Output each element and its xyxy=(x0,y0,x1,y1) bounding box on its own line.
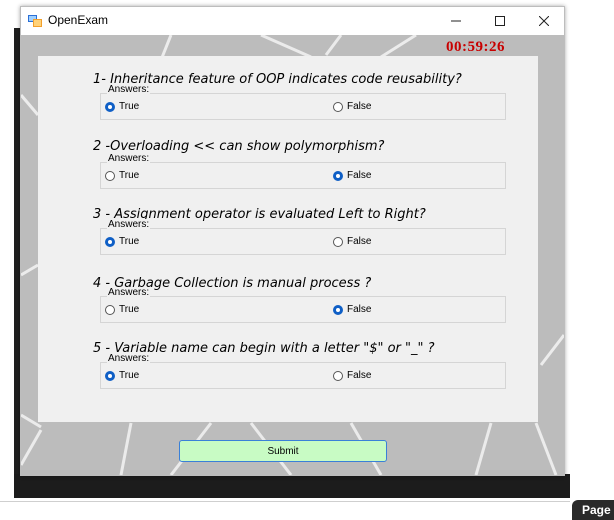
radio-checked-icon[interactable] xyxy=(333,304,343,315)
answers-label: Answers: xyxy=(107,287,151,298)
option-label: True xyxy=(119,304,140,315)
option-label: True xyxy=(119,101,140,112)
close-button[interactable] xyxy=(522,7,566,35)
app-icon xyxy=(28,15,42,27)
question-4-false-option[interactable]: False xyxy=(333,304,371,315)
answers-label: Answers: xyxy=(107,153,151,164)
countdown-timer: 00:59:26 xyxy=(446,39,505,55)
question-2-answers: Answers: True False xyxy=(100,153,506,189)
answers-label: Answers: xyxy=(107,84,151,95)
question-1-false-option[interactable]: False xyxy=(333,101,371,112)
answers-label: Answers: xyxy=(107,219,151,230)
option-label: True xyxy=(119,370,140,381)
question-4-answers: Answers: True False xyxy=(100,287,506,323)
question-2-false-option[interactable]: False xyxy=(333,170,371,181)
maximize-button[interactable] xyxy=(478,7,522,35)
minimize-button[interactable] xyxy=(434,7,478,35)
question-4-true-option[interactable]: True xyxy=(105,304,139,315)
radio-unchecked-icon[interactable] xyxy=(105,304,115,315)
question-3-true-option[interactable]: True xyxy=(105,236,139,247)
question-3-answers: Answers: True False xyxy=(100,219,506,255)
close-icon xyxy=(539,16,549,26)
page-tab[interactable]: Page xyxy=(572,500,614,520)
question-1-true-option[interactable]: True xyxy=(105,101,139,112)
submit-button[interactable]: Submit xyxy=(179,440,387,462)
radio-unchecked-icon[interactable] xyxy=(105,170,115,181)
option-label: False xyxy=(347,370,372,381)
question-2-true-option[interactable]: True xyxy=(105,170,139,181)
radio-checked-icon[interactable] xyxy=(333,170,343,181)
maximize-icon xyxy=(495,16,505,26)
radio-checked-icon[interactable] xyxy=(105,101,115,112)
exam-client-area: 00:59:26 1- Inheritance feature of OOP i… xyxy=(21,35,564,475)
background-dark-strip xyxy=(14,474,570,498)
window-title: OpenExam xyxy=(48,13,109,27)
option-label: False xyxy=(347,101,372,112)
minimize-icon xyxy=(451,20,461,22)
question-5-false-option[interactable]: False xyxy=(333,370,371,381)
question-3-false-option[interactable]: False xyxy=(333,236,371,247)
question-2-title: 2 -Overloading << can show polymorphism? xyxy=(93,139,385,154)
option-label: True xyxy=(119,236,140,247)
radio-unchecked-icon[interactable] xyxy=(333,236,343,247)
radio-unchecked-icon[interactable] xyxy=(333,370,343,381)
question-1-answers: Answers: True False xyxy=(100,84,506,120)
option-label: False xyxy=(347,236,372,247)
radio-checked-icon[interactable] xyxy=(105,236,115,247)
title-bar[interactable]: OpenExam xyxy=(21,7,564,35)
option-label: False xyxy=(347,170,372,181)
question-5-true-option[interactable]: True xyxy=(105,370,139,381)
radio-checked-icon[interactable] xyxy=(105,370,115,381)
questions-panel: 1- Inheritance feature of OOP indicates … xyxy=(38,56,538,422)
exam-window: OpenExam 00:59:26 1- Inheritance feature… xyxy=(20,6,565,476)
radio-unchecked-icon[interactable] xyxy=(333,101,343,112)
option-label: True xyxy=(119,170,140,181)
answers-label: Answers: xyxy=(107,353,151,364)
divider xyxy=(0,501,570,502)
question-5-answers: Answers: True False xyxy=(100,353,506,389)
option-label: False xyxy=(347,304,372,315)
